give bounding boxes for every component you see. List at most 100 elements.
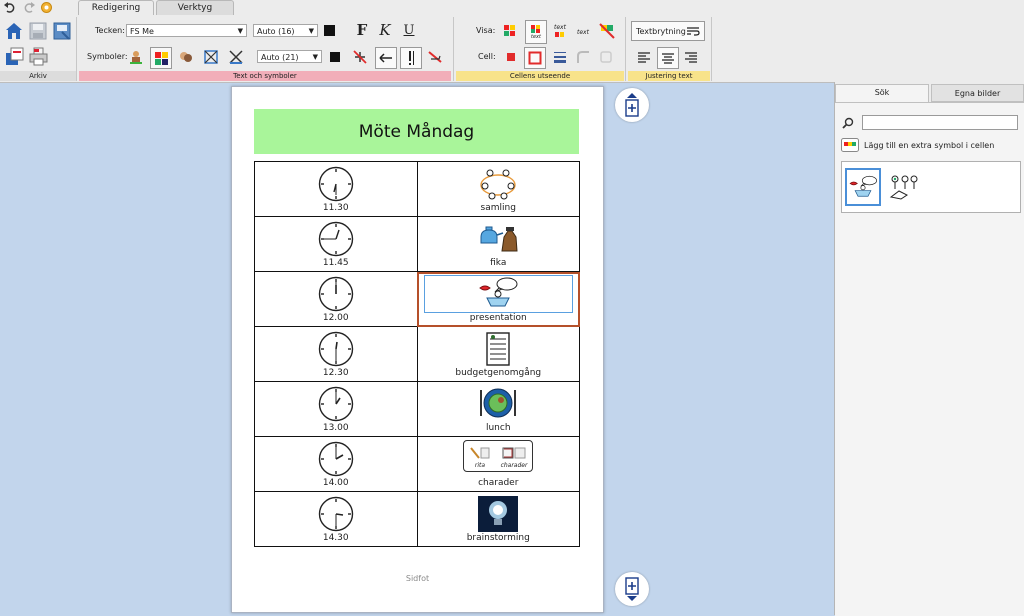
cell-corner-round-icon[interactable] [574, 48, 592, 66]
symbol-skin-icon[interactable] [177, 48, 195, 66]
arkiv-group: Arkiv [0, 17, 76, 81]
time-label: 11.30 [322, 203, 349, 213]
align-left-icon[interactable] [635, 48, 653, 66]
save-as-icon[interactable] [52, 21, 72, 41]
font-select-value: FS Me [130, 27, 154, 36]
chevron-down-icon: ▼ [237, 27, 243, 35]
italic-button[interactable]: K [376, 21, 394, 39]
time-cell[interactable]: 14.30 [254, 491, 418, 547]
clock-icon [318, 496, 353, 532]
redo-icon[interactable] [21, 1, 35, 14]
activity-cell[interactable]: brainstorming [416, 491, 580, 547]
budget-document-icon [486, 332, 510, 366]
symbol-above-icon[interactable] [400, 47, 422, 69]
symbol-delete-icon[interactable] [426, 48, 444, 66]
ribbon: Redigering Verktyg Arkiv Tecken: FS Me ▼ … [0, 0, 1024, 83]
wrap-text-icon [687, 27, 700, 36]
symbol-person-icon[interactable] [127, 48, 145, 66]
tab-verktyg[interactable]: Verktyg [156, 0, 234, 15]
activity-cell[interactable]: budgetgenomgång [416, 326, 580, 382]
hide-symbol-icon[interactable] [597, 21, 617, 41]
time-cell[interactable]: 11.45 [254, 216, 418, 272]
font-size-value: Auto (16) [257, 27, 295, 36]
activity-label: brainstorming [466, 533, 530, 543]
time-cell[interactable]: 14.00 [254, 436, 418, 492]
time-label: 11.45 [322, 258, 349, 268]
symbol-mirror-icon[interactable] [227, 48, 245, 66]
symbol-result-ideas[interactable] [885, 170, 921, 204]
underline-button[interactable]: U [400, 21, 418, 39]
align-center-icon[interactable] [657, 47, 679, 69]
cell-fill-color-icon[interactable] [502, 48, 520, 66]
time-cell[interactable]: 11.30 [254, 161, 418, 217]
table-row: 14.30 brainstorming [254, 491, 580, 547]
save-icon[interactable] [28, 21, 48, 41]
home-icon[interactable] [4, 21, 24, 41]
acting-icon [502, 447, 526, 459]
align-right-icon[interactable] [682, 48, 700, 66]
text-symbols-group: Tecken: FS Me ▼ Auto (16) ▼ F K U Symboler… [79, 17, 451, 81]
clock-icon [318, 441, 353, 477]
activity-label: presentation [469, 313, 527, 323]
tecken-label: Tecken: [95, 26, 125, 35]
sidebar-tab-sok[interactable]: Sök [835, 84, 929, 102]
symbol-size-select[interactable]: Auto (21) ▼ [257, 50, 322, 63]
cell-border-width-icon[interactable] [551, 48, 569, 66]
show-text-only-icon[interactable]: text [551, 21, 569, 41]
add-extra-symbol-button[interactable]: Lägg till en extra symbol i cellen [841, 137, 994, 153]
time-cell[interactable]: 13.00 [254, 381, 418, 437]
page-title[interactable]: Möte Måndag [254, 109, 579, 154]
show-text-icon[interactable]: text [574, 23, 592, 41]
arkiv-group-label: Arkiv [0, 71, 76, 81]
activity-label: samling [480, 203, 516, 213]
symbol-color-swatch[interactable] [330, 52, 340, 62]
symbol-hide-icon[interactable] [202, 48, 220, 66]
bold-button[interactable]: F [353, 21, 371, 39]
justify-group: Textbrytning Justering text [628, 17, 710, 81]
print-icon[interactable] [28, 46, 48, 66]
symbol-left-icon[interactable] [375, 47, 397, 69]
add-page-below-button[interactable] [615, 572, 649, 606]
font-select[interactable]: FS Me ▼ [126, 24, 247, 37]
time-cell[interactable]: 12.00 [254, 271, 418, 327]
table-row: 12.30 budgetgenomgång [254, 326, 580, 382]
cell-border-color-icon[interactable] [524, 47, 546, 69]
time-cell[interactable]: 12.30 [254, 326, 418, 382]
sidebar-tab-egna-bilder[interactable]: Egna bilder [931, 84, 1024, 102]
time-label: 13.00 [322, 423, 349, 433]
open-documents-icon[interactable] [4, 46, 24, 66]
time-label: 12.00 [322, 313, 349, 323]
symbol-result-presentation[interactable] [845, 168, 881, 206]
ideas-person-icon [889, 175, 918, 200]
activity-cell[interactable]: rita charader charader [416, 436, 580, 492]
table-row: 11.45 fika [254, 216, 580, 272]
text-color-swatch[interactable] [324, 25, 335, 36]
add-page-above-button[interactable] [615, 88, 649, 122]
activity-cell[interactable]: samling [416, 161, 580, 217]
font-size-select[interactable]: Auto (16) ▼ [253, 24, 318, 37]
settings-gear-icon[interactable] [39, 1, 53, 14]
text-symbols-group-label: Text och symboler [79, 71, 451, 81]
symbol-color-icon[interactable] [150, 47, 172, 69]
textbrytning-label: Textbrytning [636, 26, 686, 36]
activity-label: charader [478, 478, 519, 488]
add-page-up-icon [625, 93, 639, 117]
no-symbol-icon[interactable] [351, 48, 369, 66]
cell-shadow-icon[interactable] [597, 48, 615, 66]
symbol-search-input[interactable] [862, 115, 1018, 130]
show-symbol-text-icon[interactable] [501, 22, 519, 40]
schedule-table: 11.30 samling 11.45 fika 12.00 presentat… [254, 161, 580, 547]
search-icon [842, 117, 854, 129]
document-page: Möte Måndag 11.30 samling 11.45 fika 12.… [231, 86, 604, 613]
textbrytning-button[interactable]: Textbrytning [631, 21, 705, 41]
tab-redigering[interactable]: Redigering [78, 0, 154, 15]
activity-cell[interactable]: lunch [416, 381, 580, 437]
undo-icon[interactable] [3, 1, 17, 14]
charader-sub: charader [501, 446, 527, 469]
show-symbol-above-text-icon[interactable]: text [525, 20, 547, 44]
cell-appearance-group: Visa: text text text Cell: Cellens utsee… [456, 17, 624, 81]
pencil-icon [470, 447, 490, 459]
activity-cell-selected[interactable]: presentation [416, 271, 580, 327]
page-footer[interactable]: Sidfot [232, 574, 603, 583]
activity-cell[interactable]: fika [416, 216, 580, 272]
